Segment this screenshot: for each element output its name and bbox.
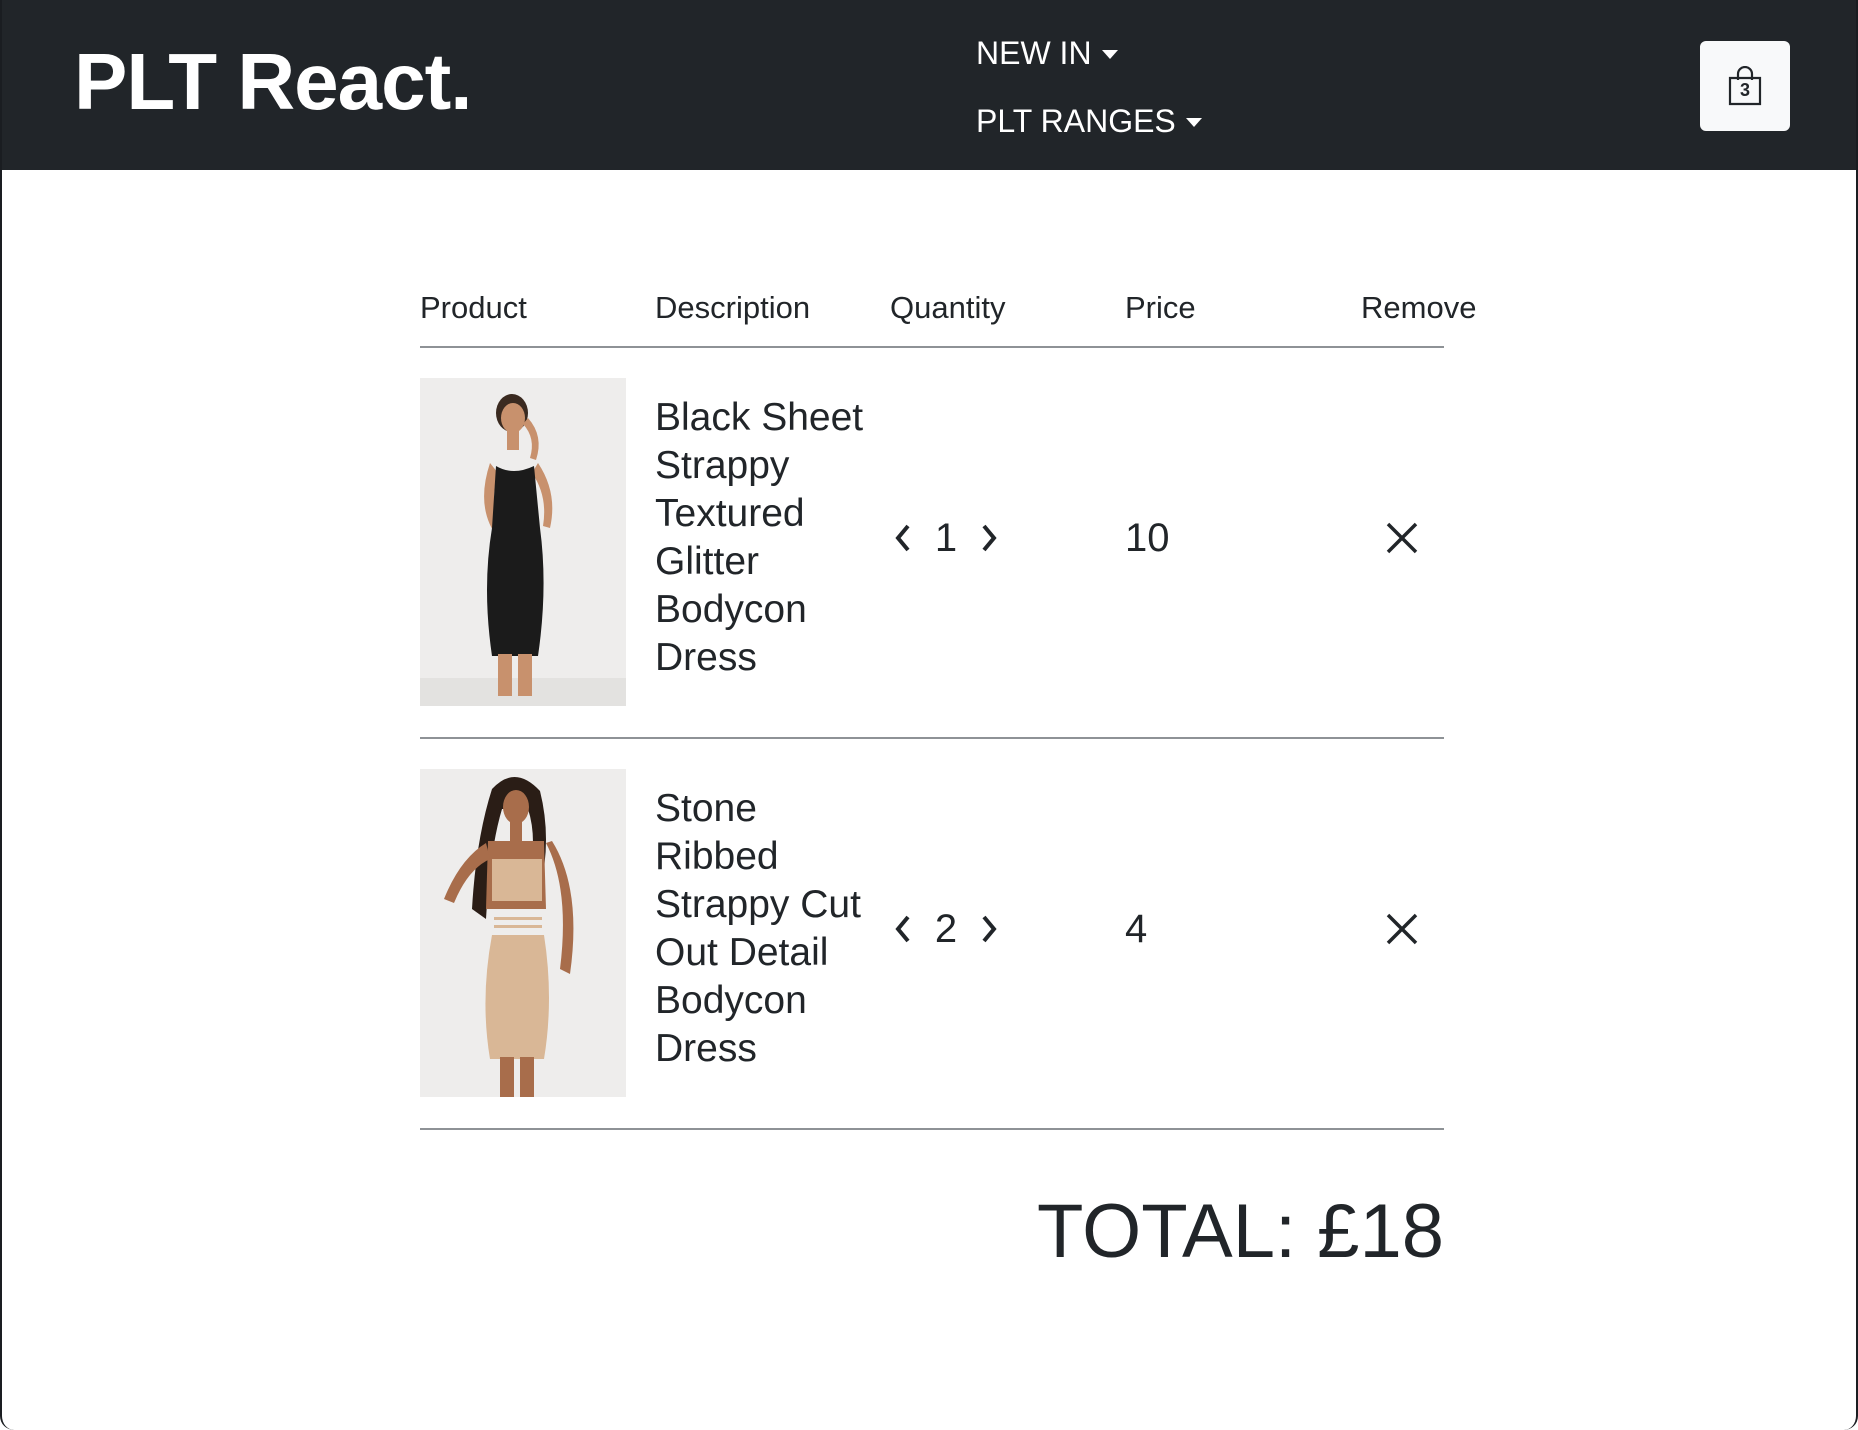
cart-table: Product Description Quantity Price Remov… <box>420 280 1476 1274</box>
column-header-product: Product <box>420 290 527 325</box>
quantity-stepper: 2 <box>890 899 1002 959</box>
product-image[interactable] <box>420 378 626 706</box>
chevron-right-icon <box>982 915 997 943</box>
decrease-quantity-button[interactable] <box>890 909 916 949</box>
quantity-value: 1 <box>934 515 958 560</box>
column-header-remove: Remove <box>1361 290 1477 325</box>
close-icon <box>1386 522 1418 554</box>
quantity-stepper: 1 <box>890 508 1002 568</box>
chevron-right-icon <box>982 524 997 552</box>
caret-down-icon <box>1101 49 1118 59</box>
column-header-price: Price <box>1125 290 1196 325</box>
chevron-left-icon <box>895 524 910 552</box>
shopping-bag-icon: 3 <box>1728 66 1762 106</box>
dress-shape <box>487 466 544 656</box>
chevron-left-icon <box>895 915 910 943</box>
product-image[interactable] <box>420 769 626 1097</box>
increase-quantity-button[interactable] <box>976 518 1002 558</box>
product-price: 10 <box>1125 516 1170 560</box>
cart-total: TOTAL: £18 <box>1037 1189 1444 1274</box>
product-description[interactable]: Black Sheet Strappy Textured Glitter Bod… <box>655 394 875 682</box>
increase-quantity-button[interactable] <box>976 909 1002 949</box>
table-header: Product Description Quantity Price Remov… <box>420 280 1476 348</box>
column-header-quantity: Quantity <box>890 290 1006 325</box>
dress-shape <box>492 859 542 901</box>
close-icon <box>1386 913 1418 945</box>
nav-dropdown-plt-ranges[interactable]: PLT RANGES <box>976 98 1202 144</box>
page: PLT React. NEW IN PLT RANGES 3 Product D… <box>0 0 1858 1430</box>
quantity-value: 2 <box>934 906 958 951</box>
brand-logo[interactable]: PLT React. <box>74 34 472 130</box>
caret-down-icon <box>1185 117 1202 127</box>
navbar: PLT React. NEW IN PLT RANGES 3 <box>2 0 1856 170</box>
table-row: Black Sheet Strappy Textured Glitter Bod… <box>420 348 1444 739</box>
nav-menu: NEW IN PLT RANGES <box>976 30 1202 166</box>
product-price: 4 <box>1125 907 1148 951</box>
nav-dropdown-new-in[interactable]: NEW IN <box>976 30 1202 76</box>
remove-item-button[interactable] <box>1382 518 1422 558</box>
cart-count-badge: 3 <box>1739 80 1750 100</box>
remove-item-button[interactable] <box>1382 909 1422 949</box>
nav-dropdown-label: NEW IN <box>976 34 1092 71</box>
product-description[interactable]: Stone Ribbed Strappy Cut Out Detail Body… <box>655 785 875 1073</box>
cart-button[interactable]: 3 <box>1700 41 1790 131</box>
decrease-quantity-button[interactable] <box>890 518 916 558</box>
nav-dropdown-label: PLT RANGES <box>976 102 1176 139</box>
table-row: Stone Ribbed Strappy Cut Out Detail Body… <box>420 739 1444 1130</box>
column-header-description: Description <box>655 290 811 325</box>
